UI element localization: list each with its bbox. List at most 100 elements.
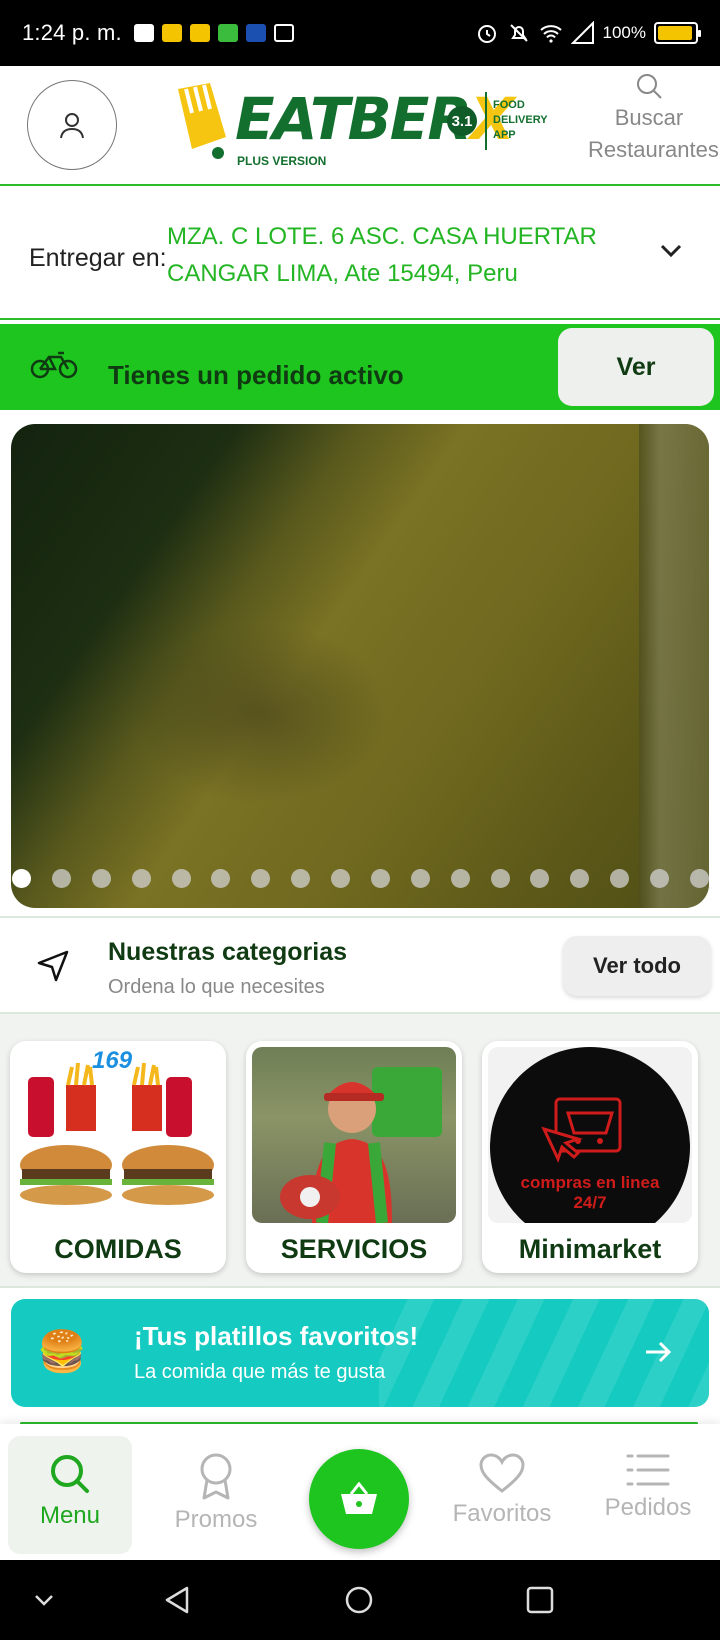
categories-title: Nuestras categorias: [108, 938, 348, 966]
favorites-subtitle: La comida que más te gusta: [134, 1361, 386, 1383]
list-icon: [626, 1454, 670, 1486]
banner-image-detail: [639, 424, 709, 908]
user-icon: [60, 113, 84, 139]
bottom-navigation: Menu Promos Favoritos Pedidos: [0, 1424, 720, 1560]
category-label: Minimarket: [518, 1234, 662, 1264]
nav-label: Menu: [39, 1502, 101, 1529]
delivery-courier-illustration: [280, 1067, 442, 1223]
notification-icon: [217, 24, 238, 42]
bell-off-icon: [509, 24, 528, 42]
minimarket-logo: compras en linea 24/7: [490, 1047, 690, 1223]
fork-bag-logo-icon: [178, 83, 226, 159]
price-badge: 169: [92, 1047, 132, 1075]
active-order-text: Tienes un pedido activo: [108, 360, 404, 390]
promo-carousel[interactable]: [11, 424, 709, 908]
arrow-right-icon[interactable]: [643, 1337, 673, 1367]
carousel-dot[interactable]: [12, 869, 31, 888]
heart-icon: [479, 1453, 525, 1493]
logo-side-text: FOOD DELIVERY APP: [493, 99, 548, 141]
nav-label: Favoritos: [452, 1500, 552, 1527]
logo-version: 3.1: [447, 106, 477, 136]
carousel-dot[interactable]: [91, 869, 111, 888]
carousel-dot[interactable]: [610, 869, 630, 888]
carousel-dot[interactable]: [370, 869, 390, 888]
carousel-dot[interactable]: [51, 869, 71, 888]
comidas-image: 169: [16, 1047, 220, 1223]
carousel-dots: [11, 869, 709, 888]
chevron-down-icon[interactable]: [34, 1586, 54, 1614]
category-card-minimarket[interactable]: compras en linea 24/7 Minimarket: [482, 1041, 698, 1273]
cart-button[interactable]: [309, 1449, 409, 1549]
active-order-bar[interactable]: Tienes un pedido activo Ver: [0, 324, 720, 410]
bicycle-icon: [30, 351, 78, 379]
servicios-image: [252, 1047, 456, 1223]
nav-label: Promos: [174, 1506, 258, 1533]
nav-item-promos[interactable]: Promos: [154, 1436, 278, 1554]
price-badge-value: 169: [92, 1047, 133, 1074]
system-navigation-bar: [0, 1560, 720, 1640]
carousel-dot[interactable]: [689, 869, 709, 888]
home-icon[interactable]: [344, 1586, 374, 1616]
search-restaurants-button[interactable]: Buscar Restaurantes: [588, 68, 719, 166]
logo-tagline: PLUS VERSION: [237, 154, 327, 168]
category-card-comidas[interactable]: 169 COMIDAS: [10, 1041, 226, 1273]
burger-icon: 🍔: [37, 1330, 87, 1374]
recents-icon[interactable]: [526, 1586, 554, 1614]
category-cards: 169 COMIDAS SERVICIOS compras en linea 2…: [0, 1014, 720, 1288]
alarm-icon: [477, 25, 496, 43]
carousel-dot[interactable]: [131, 869, 151, 888]
favorites-banner[interactable]: 🍔 ¡Tus platillos favoritos! La comida qu…: [11, 1299, 709, 1407]
search-icon: [637, 74, 662, 99]
app-header: EATBERX 3.1 PLUS VERSION FOOD DELIVERY A…: [0, 66, 720, 186]
category-label: SERVICIOS: [280, 1234, 428, 1264]
profile-button[interactable]: [27, 80, 117, 170]
notification-icon: [133, 24, 154, 42]
nav-item-favoritos[interactable]: Favoritos: [440, 1436, 564, 1554]
back-icon[interactable]: [163, 1586, 191, 1614]
carousel-dot[interactable]: [570, 869, 590, 888]
carousel-dot[interactable]: [251, 869, 271, 888]
search-icon: [51, 1455, 89, 1493]
delivery-address: MZA. C LOTE. 6 ASC. CASA HUERTAR CANGAR …: [167, 223, 597, 287]
carousel-dot[interactable]: [291, 869, 311, 888]
notification-icon: [245, 24, 266, 42]
status-right: 100%: [475, 21, 701, 45]
carousel-dot[interactable]: [410, 869, 430, 888]
notification-icon: [189, 24, 210, 42]
carousel-dot[interactable]: [530, 869, 550, 888]
carousel-dot[interactable]: [450, 869, 470, 888]
chevron-down-icon[interactable]: [660, 244, 682, 258]
categories-header: Nuestras categorias Ordena lo que necesi…: [0, 916, 720, 1014]
award-icon: [200, 1453, 232, 1500]
nav-item-pedidos[interactable]: Pedidos: [586, 1436, 710, 1554]
status-bar: 1:24 p. m. 100%: [0, 0, 720, 66]
notification-icon: [161, 24, 182, 42]
category-label: COMIDAS: [54, 1234, 182, 1264]
deliver-label: Entregar en:: [29, 244, 167, 272]
view-order-button[interactable]: Ver: [558, 328, 714, 406]
signal-icon: [570, 21, 594, 44]
carousel-dot[interactable]: [171, 869, 191, 888]
gallery-icon: [273, 24, 294, 42]
basket-icon: [341, 1482, 377, 1514]
minimarket-image: compras en linea 24/7: [488, 1047, 692, 1223]
minimarket-image-text: compras en linea 24/7: [520, 1173, 660, 1212]
wifi-icon: [539, 25, 562, 43]
category-card-servicios[interactable]: SERVICIOS: [246, 1041, 462, 1273]
app-logo: EATBERX 3.1 PLUS VERSION FOOD DELIVERY A…: [165, 78, 555, 174]
search-label-line2: Restaurantes: [588, 137, 719, 162]
carousel-dot[interactable]: [331, 869, 350, 888]
nav-label: Pedidos: [604, 1494, 692, 1521]
carousel-dot[interactable]: [211, 869, 231, 888]
logo-brand-text: EATBER: [235, 85, 472, 153]
carousel-dot[interactable]: [490, 869, 510, 888]
status-time: 1:24 p. m.: [22, 20, 122, 45]
categories-subtitle: Ordena lo que necesites: [108, 976, 325, 998]
carousel-dot[interactable]: [650, 869, 669, 888]
battery-percent: 100%: [602, 23, 646, 42]
search-label-line1: Buscar: [614, 105, 684, 130]
battery-icon: [654, 22, 701, 44]
see-all-button[interactable]: Ver todo: [563, 936, 711, 996]
nav-item-menu[interactable]: Menu: [8, 1436, 132, 1554]
delivery-address-selector[interactable]: Entregar en: MZA. C LOTE. 6 ASC. CASA HU…: [0, 188, 720, 320]
